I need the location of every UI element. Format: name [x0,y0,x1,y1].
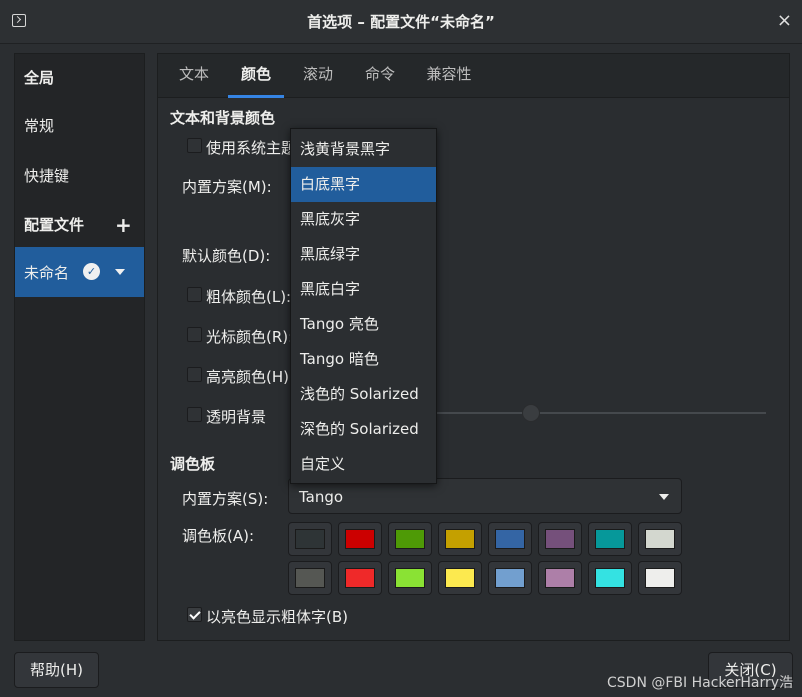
palette-color-button[interactable] [488,561,532,595]
scheme-option[interactable]: 白底黑字 [291,167,436,202]
palette-color-swatch [395,568,425,588]
palette-color-button[interactable] [288,561,332,595]
highlight-color-checkbox[interactable] [187,367,202,382]
sidebar-profiles-header: 配置文件 + [15,201,144,249]
transparency-slider-handle[interactable] [522,404,540,422]
bold-color-label: 粗体颜色(L): [206,288,292,306]
profile-name: 未命名 [24,264,70,282]
bold-bright-label: 以亮色显示粗体字(B) [206,608,348,626]
default-color-label: 默认颜色(D): [182,247,271,265]
palette-color-button[interactable] [288,522,332,556]
tab-colors[interactable]: 颜色 [228,54,284,98]
palette-color-swatch [495,568,525,588]
title-bar: 首选项 – 配置文件“未命名” × [0,0,802,44]
palette-color-button[interactable] [338,561,382,595]
palette-color-swatch [645,529,675,549]
palette-color-button[interactable] [638,561,682,595]
default-check-icon: ✓ [83,263,100,280]
tab-scrolling[interactable]: 滚动 [290,54,346,98]
palette-color-swatch [495,529,525,549]
palette-color-swatch [645,568,675,588]
palette-color-swatch [595,568,625,588]
tab-compatibility[interactable]: 兼容性 [416,54,482,98]
use-system-theme-label: 使用系统主题 [206,139,297,157]
palette-color-button[interactable] [438,561,482,595]
palette-color-swatch [545,529,575,549]
sidebar-item-shortcuts[interactable]: 快捷键 [15,152,144,200]
chevron-down-icon [659,494,669,500]
bold-bright-checkbox[interactable] [187,607,202,622]
use-system-theme-checkbox[interactable] [187,138,202,153]
palette-color-button[interactable] [388,522,432,556]
palette-section-title: 调色板 [170,455,216,473]
transparency-slider-track[interactable] [430,412,766,414]
text-bg-section-title: 文本和背景颜色 [170,109,276,127]
palette-color-swatch [595,529,625,549]
scheme-option[interactable]: 自定义 [291,447,436,482]
cursor-color-label: 光标颜色(R): [206,328,294,346]
tab-bar: 文本 颜色 滚动 命令 兼容性 [158,54,789,98]
builtin-scheme-label: 内置方案(M): [182,178,272,196]
palette-color-button[interactable] [538,561,582,595]
palette-color-button[interactable] [588,522,632,556]
bold-color-checkbox[interactable] [187,287,202,302]
cursor-color-checkbox[interactable] [187,327,202,342]
scheme-option[interactable]: 浅黄背景黑字 [291,132,436,167]
palette-color-swatch [445,568,475,588]
scheme-option[interactable]: 黑底绿字 [291,237,436,272]
sidebar-profiles-label: 配置文件 [24,216,85,234]
palette-builtin-label: 内置方案(S): [182,490,269,508]
sidebar-item-profile-untitled[interactable]: 未命名 ✓ [15,247,144,297]
palette-color-swatch [445,529,475,549]
watermark: CSDN @FBI HackerHarry浩 [607,675,794,691]
palette-color-swatch [295,568,325,588]
palette-color-swatch [345,529,375,549]
palette-color-button[interactable] [588,561,632,595]
help-button[interactable]: 帮助(H) [14,652,99,688]
transparent-bg-label: 透明背景 [206,408,267,426]
sidebar-item-global[interactable]: 全局 [15,54,144,102]
scheme-option[interactable]: 深色的 Solarized [291,412,436,447]
chevron-down-icon[interactable] [115,269,125,275]
scheme-option[interactable]: 黑底灰字 [291,202,436,237]
scheme-option[interactable]: 黑底白字 [291,272,436,307]
palette-label: 调色板(A): [182,527,255,545]
palette-color-button[interactable] [638,522,682,556]
sidebar: 全局 常规 快捷键 配置文件 + 未命名 ✓ [14,53,145,641]
palette-color-button[interactable] [488,522,532,556]
tab-command[interactable]: 命令 [352,54,408,98]
scheme-option[interactable]: Tango 亮色 [291,307,436,342]
sidebar-item-general[interactable]: 常规 [15,102,144,150]
highlight-color-label: 高亮颜色(H): [206,368,295,386]
scheme-option[interactable]: Tango 暗色 [291,342,436,377]
scheme-dropdown-menu: 浅黄背景黑字 白底黑字 黑底灰字 黑底绿字 黑底白字 Tango 亮色 Tango 暗色 浅色… [290,128,437,484]
close-window-icon[interactable]: × [777,9,792,33]
window-title: 首选项 – 配置文件“未命名” [307,13,495,31]
palette-color-swatch [295,529,325,549]
palette-color-button[interactable] [388,561,432,595]
transparent-bg-checkbox[interactable] [187,407,202,422]
palette-color-button[interactable] [338,522,382,556]
tab-text[interactable]: 文本 [166,54,222,98]
palette-color-button[interactable] [438,522,482,556]
palette-scheme-value: Tango [299,488,344,506]
palette-color-button[interactable] [538,522,582,556]
palette-color-swatch [345,568,375,588]
palette-color-swatch [395,529,425,549]
add-profile-icon[interactable]: + [115,201,132,249]
scheme-option[interactable]: 浅色的 Solarized [291,377,436,412]
palette-color-swatch [545,568,575,588]
